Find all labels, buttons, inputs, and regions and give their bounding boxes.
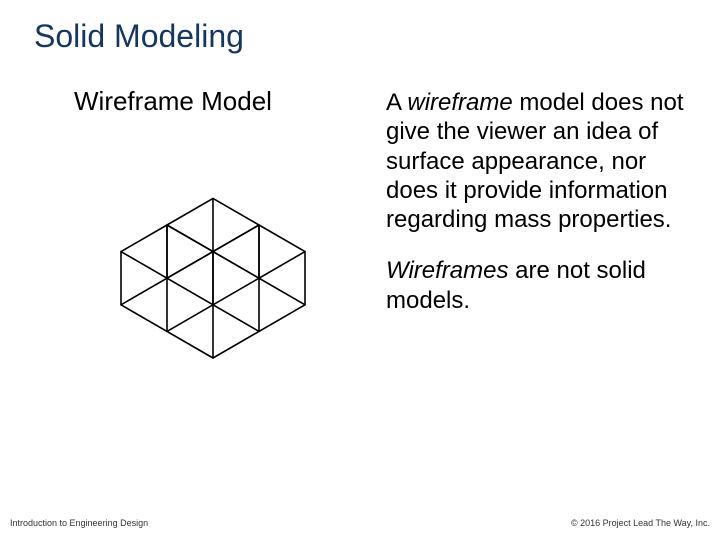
figure-caption: Wireframe Model — [74, 86, 272, 117]
p2-emph: Wireframes — [386, 257, 508, 284]
wireframe-figure — [68, 148, 358, 398]
body-text: A wireframe model does not give the view… — [386, 88, 686, 337]
wireframe-svg — [68, 148, 358, 398]
footer-left: Introduction to Engineering Design — [10, 518, 148, 528]
slide: Solid Modeling Wireframe Model — [0, 0, 720, 540]
p1-prefix: A — [386, 89, 407, 116]
paragraph-2: Wireframes are not solid models. — [386, 256, 686, 315]
footer-right: © 2016 Project Lead The Way, Inc. — [571, 518, 710, 528]
paragraph-1: A wireframe model does not give the view… — [386, 88, 686, 234]
page-title: Solid Modeling — [34, 18, 244, 55]
p1-emph: wireframe — [407, 89, 512, 116]
